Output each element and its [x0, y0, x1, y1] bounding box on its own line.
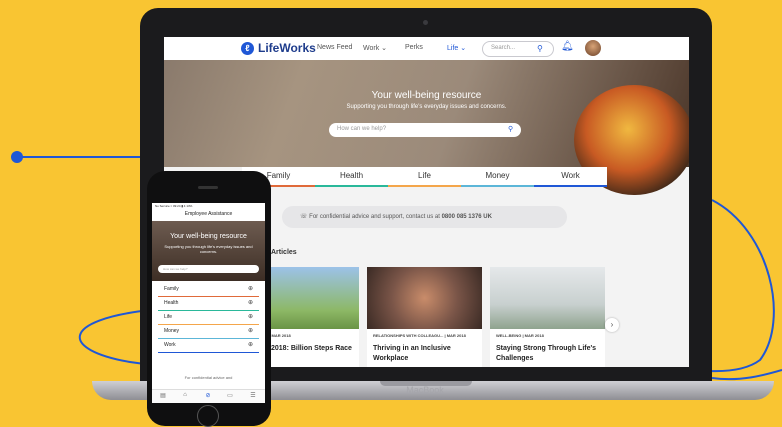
- nav-item-news-feed[interactable]: News Feed: [317, 44, 352, 51]
- phone-tab-life-icon[interactable]: ⊘: [197, 392, 219, 399]
- phone-search-placeholder: How can we help?: [163, 267, 188, 271]
- advice-text: ☏ For confidential advice and support, c…: [300, 213, 492, 220]
- phone-tab-home-icon[interactable]: ⌂: [174, 392, 196, 398]
- phone-list-item-health[interactable]: Health ⊕: [158, 297, 259, 311]
- search-icon[interactable]: ⚲: [508, 125, 513, 133]
- phone-icon: ☏: [300, 214, 310, 220]
- phone-tab-menu-icon[interactable]: ☰: [242, 392, 264, 399]
- article-card[interactable]: RELATIONSHIPS WITH COLLEAGU... | MAR 201…: [367, 267, 482, 367]
- articles-heading: Articles: [271, 249, 297, 256]
- tab-health-underline: [315, 185, 388, 187]
- phone-page-title: Employee Assistance: [184, 211, 233, 217]
- phone-list-label: Life: [164, 314, 173, 320]
- article-card[interactable]: WELL-BEING | MAR 2018 Staying Strong Thr…: [490, 267, 605, 367]
- hero-title: Your well-being resource: [371, 90, 482, 101]
- tab-life-underline: [388, 185, 461, 187]
- article-image-mist: [490, 267, 605, 329]
- phone-status-bar: No Service ≈ 09:24 ▮ 4 13%: [155, 204, 193, 208]
- tab-health[interactable]: Health: [315, 167, 388, 185]
- laptop-camera: [423, 20, 428, 25]
- tab-life[interactable]: Life: [388, 167, 461, 185]
- plus-circle-icon[interactable]: ⊕: [248, 313, 253, 320]
- search-icon[interactable]: ⚲: [537, 44, 543, 53]
- tab-work-underline: [534, 185, 607, 187]
- hero-banner: [164, 60, 689, 195]
- nav-item-life[interactable]: Life ⌄: [447, 44, 466, 52]
- phone-list-item-money[interactable]: Money ⊕: [158, 325, 259, 339]
- hero-subtitle: Supporting you through life's everyday i…: [346, 104, 507, 110]
- phone-tab-perks-icon[interactable]: ▭: [219, 392, 241, 399]
- phone-hero-title: Your well-being resource: [170, 233, 247, 240]
- logo-icon[interactable]: ℓ: [241, 42, 254, 55]
- chevron-right-icon[interactable]: ›: [605, 318, 619, 332]
- tab-money-underline: [461, 185, 534, 187]
- phone-screen: No Service ≈ 09:24 ▮ 4 13% Employee Assi…: [152, 203, 265, 403]
- nav-item-perks[interactable]: Perks: [405, 44, 423, 51]
- avatar[interactable]: [585, 40, 601, 56]
- article-tag: RELATIONSHIPS WITH COLLEAGU... | MAR 201…: [373, 333, 466, 338]
- phone-list-label: Family: [164, 286, 179, 292]
- top-nav: ℓ LifeWorks News Feed Work ⌄ Perks Life …: [164, 37, 689, 60]
- article-image-hands: [367, 267, 482, 329]
- connector-dot: [11, 151, 23, 163]
- search-box[interactable]: Search... ⚲: [482, 41, 554, 57]
- help-search-placeholder: How can we help?: [337, 126, 387, 132]
- phone-tab-news-icon[interactable]: ▤: [152, 392, 174, 399]
- bell-icon[interactable]: 🔔︎: [561, 41, 574, 52]
- logo-text[interactable]: LifeWorks: [258, 41, 316, 55]
- phone-speaker: [198, 186, 218, 189]
- phone-list-item-life[interactable]: Life ⊕: [158, 311, 259, 325]
- advice-phone-number[interactable]: 0800 085 1376 UK: [442, 214, 492, 220]
- phone-advice-text: For confidential advice and: [184, 375, 233, 380]
- category-tabs: Family Health Life Money Work: [242, 167, 607, 187]
- advice-message: For confidential advice and support, con…: [309, 214, 440, 220]
- article-title[interactable]: Thriving in an Inclusive Workplace: [373, 344, 477, 364]
- phone-list-label: Health: [164, 300, 179, 306]
- search-input[interactable]: Search...: [491, 45, 515, 51]
- plus-circle-icon[interactable]: ⊕: [248, 341, 253, 348]
- phone-hero-subtitle: Supporting you through life's everyday i…: [164, 244, 253, 254]
- article-title[interactable]: Staying Strong Through Life's Challenges: [496, 344, 600, 364]
- tab-money[interactable]: Money: [461, 167, 534, 185]
- article-tag: WELL-BEING | MAR 2018: [496, 333, 544, 338]
- phone-home-button[interactable]: [197, 405, 219, 427]
- phone-list-item-work[interactable]: Work ⊕: [158, 339, 259, 353]
- nav-item-work[interactable]: Work ⌄: [363, 44, 387, 52]
- laptop-brand-label: MacBook: [406, 385, 444, 395]
- phone-search-input[interactable]: How can we help?: [158, 265, 259, 273]
- tab-work[interactable]: Work: [534, 167, 607, 185]
- plus-circle-icon[interactable]: ⊕: [248, 327, 253, 334]
- plus-circle-icon[interactable]: ⊕: [248, 299, 253, 306]
- help-search-input[interactable]: How can we help? ⚲: [329, 123, 521, 137]
- phone-list-label: Work: [164, 342, 176, 348]
- advice-banner: ☏ For confidential advice and support, c…: [282, 206, 567, 228]
- phone-list-label: Money: [164, 328, 180, 334]
- phone-list-item-family[interactable]: Family ⊕: [158, 283, 259, 297]
- plus-circle-icon[interactable]: ⊕: [248, 285, 253, 292]
- phone-tab-bar: ▤ ⌂ ⊘ ▭ ☰: [152, 389, 265, 403]
